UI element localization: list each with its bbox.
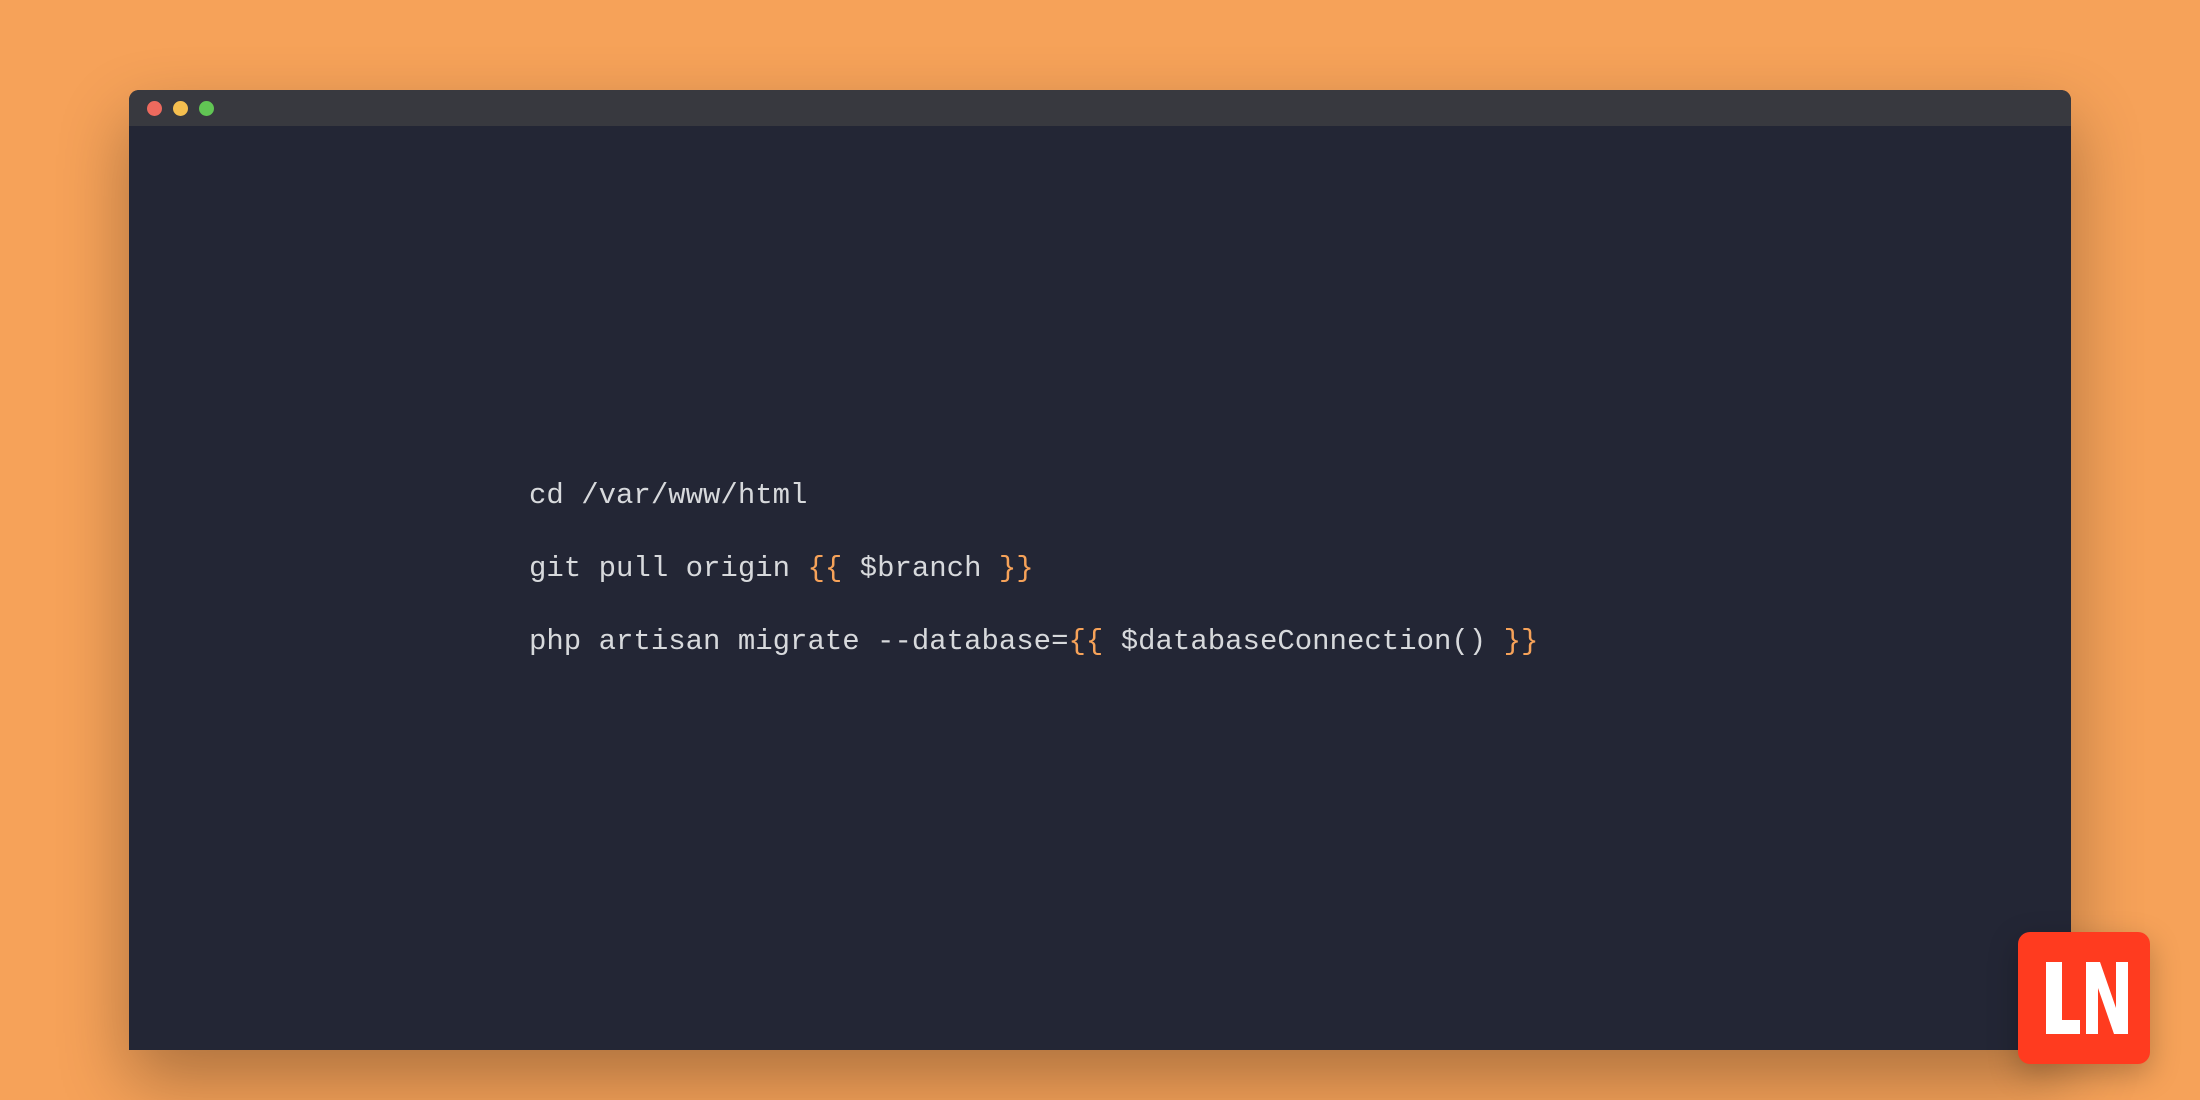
code-line-1: cd /var/www/html <box>529 476 2071 515</box>
window-maximize-button[interactable] <box>199 101 214 116</box>
terminal-body[interactable]: cd /var/www/html git pull origin {{ $bra… <box>129 126 2071 661</box>
code-text: cd /var/www/html <box>529 479 807 512</box>
template-expression: $databaseConnection() <box>1103 625 1503 658</box>
window-minimize-button[interactable] <box>173 101 188 116</box>
template-brace-open: {{ <box>1069 625 1104 658</box>
template-brace-open: {{ <box>807 552 842 585</box>
template-brace-close: }} <box>1504 625 1539 658</box>
template-brace-close: }} <box>999 552 1034 585</box>
template-expression: $branch <box>842 552 999 585</box>
code-text: php artisan migrate --database= <box>529 625 1069 658</box>
window-close-button[interactable] <box>147 101 162 116</box>
brand-logo <box>2018 932 2150 1064</box>
code-text: git pull origin <box>529 552 807 585</box>
terminal-window: cd /var/www/html git pull origin {{ $bra… <box>129 90 2071 1050</box>
code-line-3: php artisan migrate --database={{ $datab… <box>529 622 2071 661</box>
titlebar <box>129 90 2071 126</box>
code-line-2: git pull origin {{ $branch }} <box>529 549 2071 588</box>
ln-logo-icon <box>2038 952 2130 1044</box>
